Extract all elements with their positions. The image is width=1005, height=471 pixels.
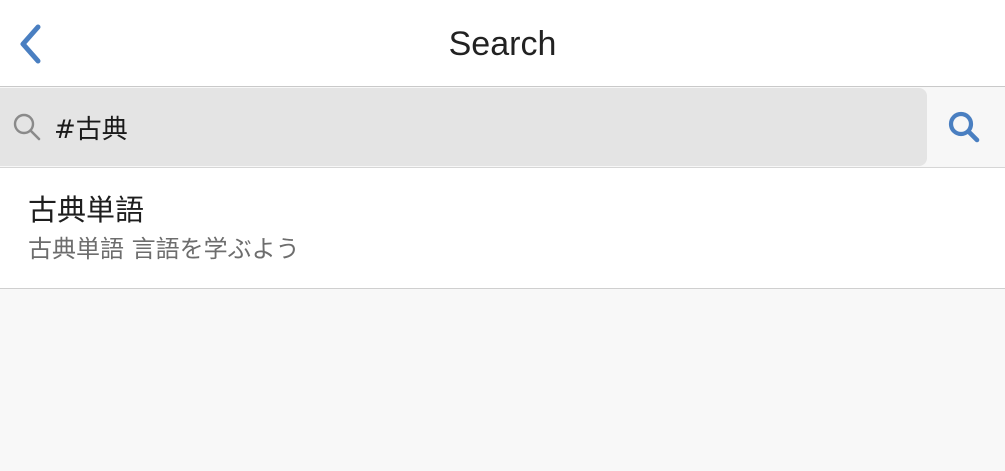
search-screen: Search 古典単語 古典単語 言語を学ぶよう bbox=[0, 0, 1005, 471]
result-title: 古典単語 bbox=[28, 193, 145, 227]
list-item[interactable]: 古典単語 古典単語 言語を学ぶよう bbox=[0, 168, 1005, 288]
results-list: 古典単語 古典単語 言語を学ぶよう bbox=[0, 168, 1005, 289]
page-title: Search bbox=[448, 25, 557, 63]
search-submit-button[interactable] bbox=[936, 101, 992, 153]
magnifier-icon bbox=[13, 113, 41, 141]
search-icon bbox=[948, 111, 980, 143]
navigation-bar: Search bbox=[0, 0, 1005, 87]
result-subtitle: 古典単語 言語を学ぶよう bbox=[28, 235, 300, 263]
search-input[interactable] bbox=[54, 102, 914, 152]
search-field[interactable] bbox=[0, 88, 927, 166]
search-bar bbox=[0, 87, 1005, 168]
